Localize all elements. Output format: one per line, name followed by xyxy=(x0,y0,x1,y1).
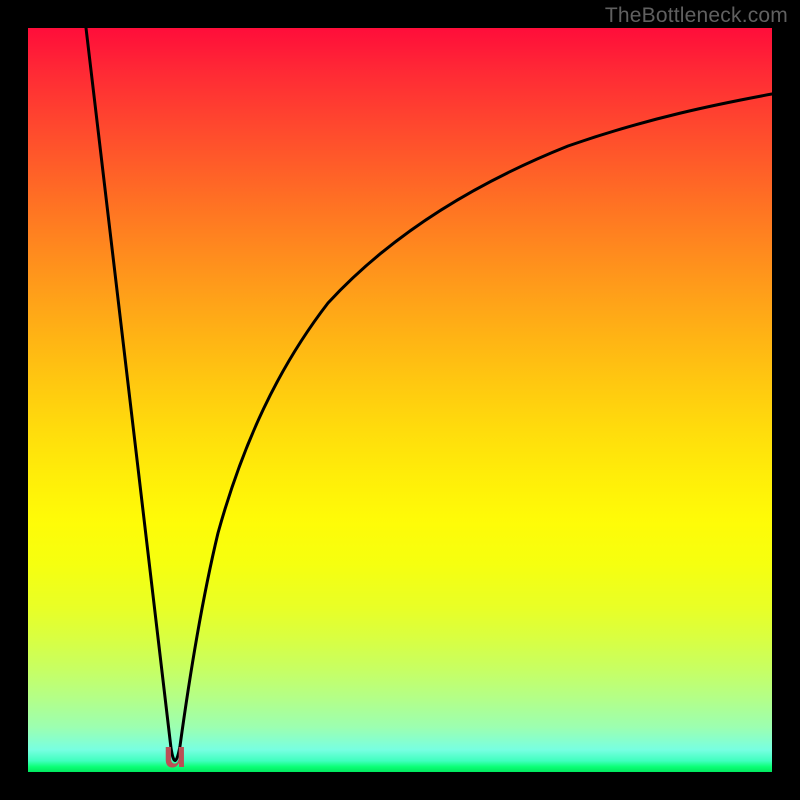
outer-frame: TheBottleneck.com u xyxy=(0,0,800,800)
curve-layer xyxy=(28,28,772,772)
watermark-text: TheBottleneck.com xyxy=(605,4,788,28)
bottleneck-curve xyxy=(86,28,772,761)
plot-area: u xyxy=(28,28,772,772)
